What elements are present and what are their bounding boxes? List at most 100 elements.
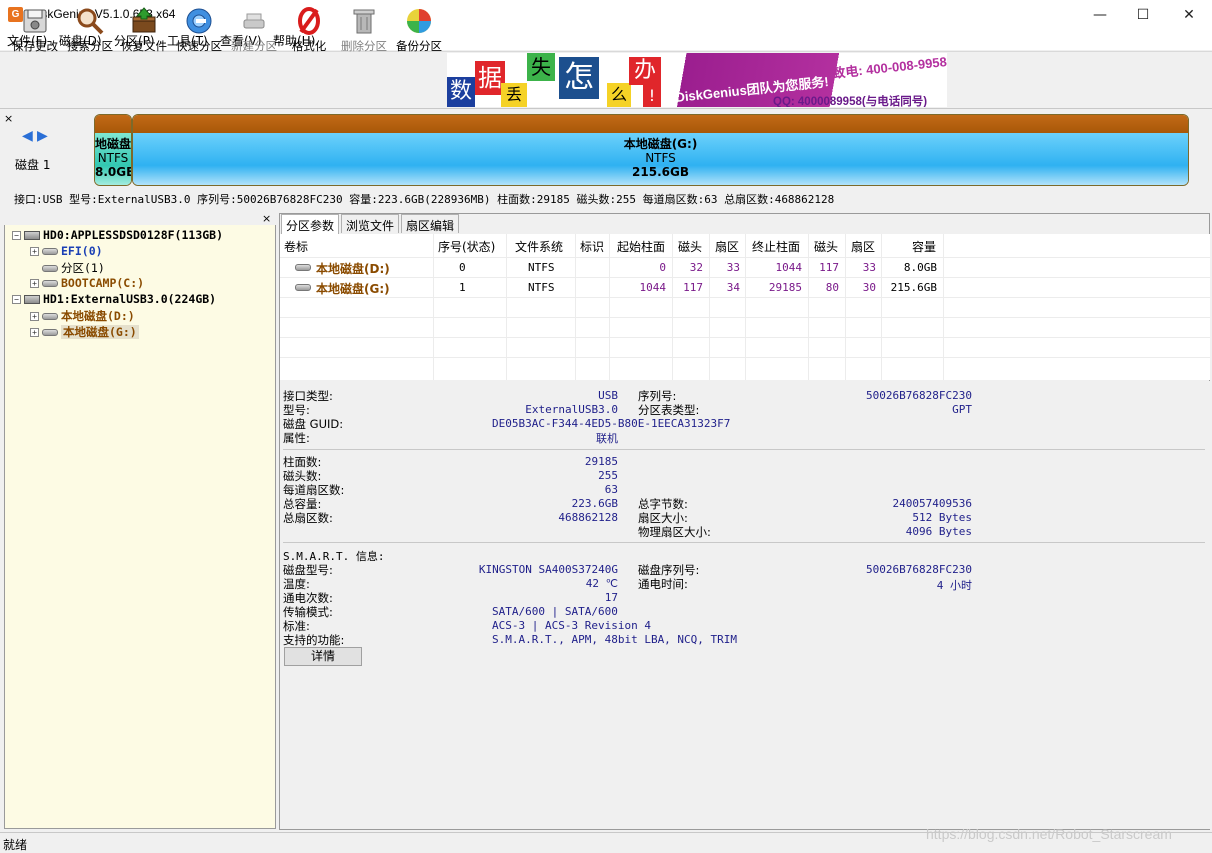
banner-char: 丢 — [501, 83, 527, 107]
save-changes-button[interactable]: 保存更改 — [8, 4, 62, 56]
save-changes-label: 保存更改 — [12, 39, 58, 53]
tree-panel-header — [4, 213, 276, 225]
tab-browse-files[interactable]: 浏览文件 — [341, 214, 400, 233]
table-row[interactable] — [280, 258, 1210, 277]
model-value: ExternalUSB3.0 — [525, 403, 618, 416]
maximize-button[interactable]: ☐ — [1120, 0, 1166, 30]
tree-item-label: EFI(0) — [61, 244, 103, 258]
col-header-start-sector[interactable]: 扇区 — [715, 238, 739, 255]
tree-item-label: 本地磁盘(D:) — [61, 309, 135, 323]
format-button[interactable]: 格式化 — [282, 4, 336, 56]
col-header-end-cyl[interactable]: 终止柱面 — [752, 238, 800, 255]
banner-char: 怎 — [559, 57, 599, 99]
tab-sector-edit[interactable]: 扇区编辑 — [401, 214, 460, 233]
partition-name: 地磁盘( — [95, 137, 131, 151]
expand-icon[interactable]: + — [30, 312, 39, 321]
disk-map-close-icon[interactable]: × — [4, 112, 13, 125]
divider — [283, 449, 1205, 450]
table-cell-end-head: 117 — [819, 261, 839, 274]
save-disk-icon — [23, 9, 47, 33]
col-header-label[interactable]: 卷标 — [284, 238, 308, 255]
col-header-start-cyl[interactable]: 起始柱面 — [617, 238, 665, 255]
watermark-text: https://blog.csdn.net/Robot_Starscream — [926, 826, 1172, 842]
details-button[interactable]: 详情 — [284, 647, 362, 666]
col-header-end-head[interactable]: 磁头 — [814, 238, 838, 255]
table-cell-index: 1 — [459, 281, 466, 294]
col-header-start-head[interactable]: 磁头 — [678, 238, 702, 255]
partition-icon — [42, 248, 58, 255]
minimize-button[interactable]: — — [1077, 0, 1123, 30]
banner-char: 失 — [527, 53, 555, 81]
partition-icon — [42, 265, 58, 272]
col-header-capacity[interactable]: 容量 — [912, 238, 936, 255]
attribute-value: 联机 — [596, 432, 618, 445]
partition-table-type-value: GPT — [952, 403, 972, 416]
tree-item-hd1[interactable]: − HD1:ExternalUSB3.0(224GB) — [12, 292, 216, 308]
tree-item-local-g[interactable]: + 本地磁盘(G:) — [30, 324, 139, 340]
table-cell-start-head: 32 — [689, 261, 703, 274]
col-header-index[interactable]: 序号(状态) — [438, 238, 495, 255]
next-disk-icon[interactable]: ▶ — [37, 128, 48, 144]
tree-item-efi[interactable]: + EFI(0) — [30, 244, 103, 260]
new-partition-button[interactable]: 新建分区 — [227, 4, 281, 56]
disk-info-line: 接口:USB 型号:ExternalUSB3.0 序列号:50026B76828… — [14, 193, 835, 206]
partition-bar-g[interactable]: 本地磁盘(G:) NTFS 215.6GB — [132, 114, 1189, 186]
tree-item-label: HD0:APPLESSDSD0128F(113GB) — [43, 228, 224, 242]
banner-char: ! — [643, 85, 661, 107]
table-cell-label: 本地磁盘(G:) — [316, 282, 390, 296]
prev-disk-icon[interactable]: ◀ — [22, 128, 33, 144]
tab-partition-params[interactable]: 分区参数 — [281, 214, 340, 234]
power-on-count-value: 17 — [604, 591, 618, 604]
partition-icon — [295, 284, 311, 291]
restore-box-icon — [132, 7, 156, 33]
promo-banner[interactable]: 数 据 丢 失 怎 么 办 ! DiskGenius团队为您服务! 致电: 40… — [447, 53, 947, 107]
new-partition-icon — [243, 13, 265, 29]
tree-item-bootcamp[interactable]: + BOOTCAMP(C:) — [30, 276, 144, 292]
quick-partition-button[interactable]: 快速分区 — [172, 4, 226, 56]
expand-icon[interactable]: + — [30, 279, 39, 288]
table-row[interactable] — [280, 278, 1210, 297]
table-cell-capacity: 215.6GB — [890, 281, 937, 294]
close-window-button[interactable]: ✕ — [1166, 0, 1212, 30]
hard-disk-icon — [24, 231, 40, 240]
banner-char: 数 — [447, 77, 475, 107]
tree-item-label: 本地磁盘(G:) — [61, 325, 139, 339]
col-header-end-sector[interactable]: 扇区 — [851, 238, 875, 255]
delete-partition-button[interactable]: 删除分区 — [337, 4, 391, 56]
partition-size: 8.0GB — [95, 165, 131, 179]
restore-files-button[interactable]: 恢复文件 — [117, 4, 171, 56]
total-sectors-label: 总扇区数: — [283, 511, 333, 525]
magnifier-icon — [77, 8, 104, 35]
disk-guid-value: DE05B3AC-F344-4ED5-B80E-1EECA31323F7 — [492, 417, 731, 430]
banner-qq: QQ: 4000089958(与电话同号) — [773, 96, 928, 107]
partition-icon — [42, 329, 58, 336]
table-cell-start-cyl: 0 — [659, 261, 666, 274]
tree-item-hd0[interactable]: − HD0:APPLESSDSD0128F(113GB) — [12, 228, 223, 244]
new-partition-label: 新建分区 — [231, 39, 277, 53]
tree-close-icon[interactable]: × — [262, 212, 271, 225]
divider — [283, 542, 1205, 543]
backup-partition-button[interactable]: 备份分区 — [392, 4, 446, 56]
restore-files-label: 恢复文件 — [121, 39, 167, 53]
transfer-mode-value: SATA/600 | SATA/600 — [492, 605, 618, 618]
cylinders-value: 29185 — [584, 455, 618, 468]
partition-name: 本地磁盘(G:) — [623, 137, 698, 151]
tree-item-partition1[interactable]: 分区(1) — [30, 260, 105, 276]
expand-icon[interactable]: + — [30, 328, 39, 337]
total-sectors-value: 468862128 — [558, 511, 618, 524]
search-partition-button[interactable]: 搜索分区 — [63, 4, 117, 56]
collapse-icon[interactable]: − — [12, 295, 21, 304]
col-header-id[interactable]: 标识 — [580, 238, 604, 255]
partition-bar-d[interactable]: 地磁盘( NTFS 8.0GB — [94, 114, 132, 186]
table-cell-end-cyl: 1044 — [775, 261, 803, 274]
table-cell-end-sector: 33 — [862, 261, 876, 274]
expand-icon[interactable]: + — [30, 247, 39, 256]
interface-type-value: USB — [598, 389, 618, 402]
tree-item-local-d[interactable]: + 本地磁盘(D:) — [30, 308, 135, 324]
backup-pie-icon — [407, 9, 431, 33]
collapse-icon[interactable]: − — [12, 231, 21, 240]
status-text: 就绪 — [3, 838, 28, 852]
smart-serial-value: 50026B76828FC230 — [866, 563, 972, 576]
col-header-fs[interactable]: 文件系统 — [515, 238, 563, 255]
quick-partition-icon — [186, 8, 212, 34]
